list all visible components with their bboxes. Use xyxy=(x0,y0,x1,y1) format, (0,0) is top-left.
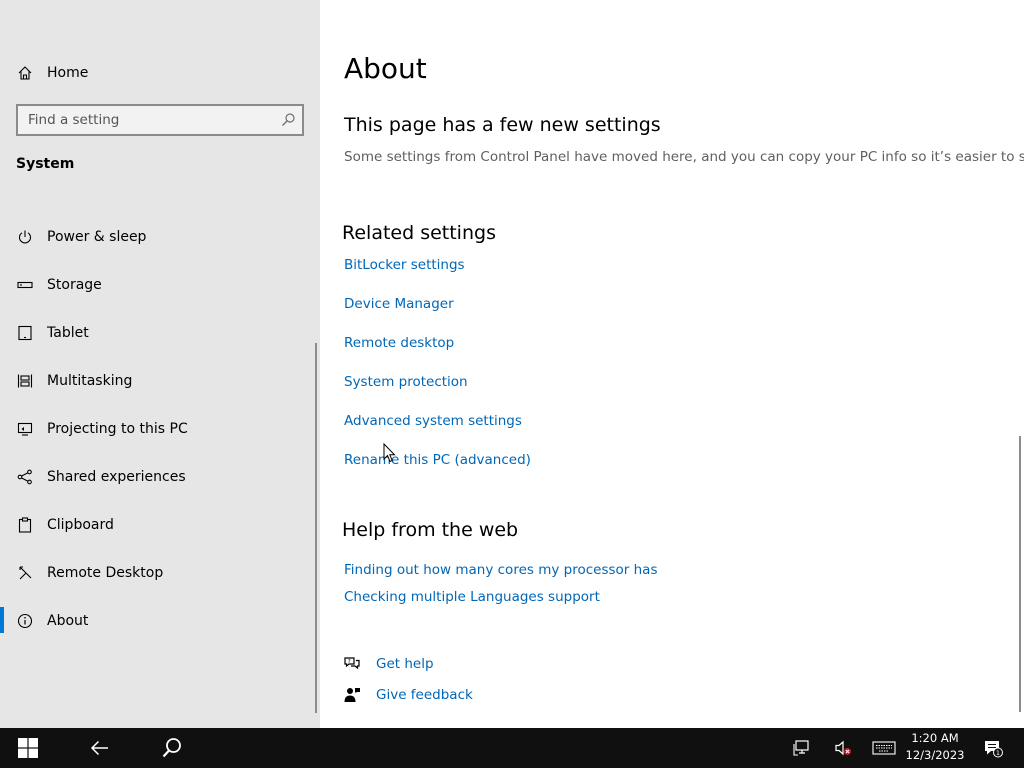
processor-cores-help-link[interactable]: Finding out how many cores my processor … xyxy=(344,562,657,578)
clock-time: 1:20 AM xyxy=(911,731,959,745)
taskbar: 1:20 AM 12/3/2023 1 xyxy=(0,728,1024,768)
sidebar-item-clipboard[interactable]: Clipboard xyxy=(0,505,320,545)
sidebar-item-label: Power & sleep xyxy=(47,229,147,245)
sidebar-item-label: Multitasking xyxy=(47,373,133,389)
sidebar-item-label: Tablet xyxy=(47,325,89,341)
remote-desktop-link[interactable]: Remote desktop xyxy=(344,335,454,351)
sidebar-item-multitasking[interactable]: Multitasking xyxy=(0,361,320,401)
advanced-system-settings-link[interactable]: Advanced system settings xyxy=(344,413,522,429)
volume-muted-icon[interactable] xyxy=(832,737,854,759)
sidebar-item-projecting[interactable]: Projecting to this PC xyxy=(0,409,320,449)
sidebar-item-label: Remote Desktop xyxy=(47,565,164,581)
sidebar-scrollbar[interactable] xyxy=(315,343,317,713)
nav-home[interactable]: Home xyxy=(0,56,320,90)
taskbar-clock[interactable]: 1:20 AM 12/3/2023 xyxy=(902,730,968,766)
taskbar-search-button[interactable] xyxy=(148,728,196,768)
svg-text:?: ? xyxy=(348,659,351,665)
multitasking-icon xyxy=(16,372,34,390)
sidebar-item-remote-desktop[interactable]: Remote Desktop xyxy=(0,553,320,593)
bitlocker-settings-link[interactable]: BitLocker settings xyxy=(344,257,465,273)
main-content: About This page has a few new settings S… xyxy=(320,0,1024,728)
system-protection-link[interactable]: System protection xyxy=(344,374,468,390)
back-button[interactable] xyxy=(76,728,124,768)
notification-count-badge: 1 xyxy=(996,749,1000,757)
new-settings-description: Some settings from Control Panel have mo… xyxy=(344,149,1024,165)
rename-pc-link[interactable]: Rename this PC (advanced) xyxy=(344,452,531,468)
clock-date: 12/3/2023 xyxy=(905,748,965,762)
give-feedback-label: Give feedback xyxy=(376,687,473,703)
main-scrollbar[interactable] xyxy=(1019,436,1021,712)
power-icon xyxy=(16,228,34,246)
sidebar-item-tablet[interactable]: Tablet xyxy=(0,313,320,353)
tablet-icon xyxy=(16,324,34,342)
sidebar-item-label: Projecting to this PC xyxy=(47,421,188,437)
feedback-icon xyxy=(342,685,362,705)
info-icon xyxy=(16,612,34,630)
sidebar-item-label: Shared experiences xyxy=(47,469,186,485)
sidebar-item-shared-experiences[interactable]: Shared experiences xyxy=(0,457,320,497)
page-title: About xyxy=(344,52,427,85)
start-button[interactable] xyxy=(4,728,52,768)
search-box xyxy=(16,104,304,136)
windows-logo-icon xyxy=(18,738,38,758)
nav-home-label: Home xyxy=(47,65,89,81)
shared-experiences-icon xyxy=(16,468,34,486)
get-help-label: Get help xyxy=(376,656,434,672)
back-arrow-icon xyxy=(90,740,108,756)
touch-keyboard-icon[interactable] xyxy=(871,737,897,759)
languages-support-help-link[interactable]: Checking multiple Languages support xyxy=(344,589,600,605)
search-icon[interactable] xyxy=(280,112,296,128)
sidebar-section-title: System xyxy=(16,156,75,172)
network-icon[interactable] xyxy=(792,737,814,759)
sidebar-item-label: Clipboard xyxy=(47,517,114,533)
new-settings-heading: This page has a few new settings xyxy=(344,114,661,136)
clipboard-icon xyxy=(16,516,34,534)
sidebar-item-label: Storage xyxy=(47,277,102,293)
mouse-cursor-icon xyxy=(383,443,396,463)
related-settings-heading: Related settings xyxy=(342,222,496,244)
sidebar-item-storage[interactable]: Storage xyxy=(0,265,320,305)
give-feedback-link[interactable]: Give feedback xyxy=(342,684,473,706)
sidebar-item-about[interactable]: About xyxy=(0,601,320,641)
device-manager-link[interactable]: Device Manager xyxy=(344,296,454,312)
sidebar-item-power-sleep[interactable]: Power & sleep xyxy=(0,217,320,257)
storage-icon xyxy=(16,276,34,294)
get-help-link[interactable]: ? Get help xyxy=(342,653,434,675)
search-input[interactable] xyxy=(18,106,268,134)
projecting-icon xyxy=(16,420,34,438)
help-from-web-heading: Help from the web xyxy=(342,519,519,541)
notifications-icon[interactable]: 1 xyxy=(982,737,1004,759)
get-help-icon: ? xyxy=(342,654,362,674)
home-icon xyxy=(16,64,34,82)
sidebar: Home System Power & sleep Storage Tablet… xyxy=(0,0,320,728)
sidebar-item-label: About xyxy=(47,613,89,629)
remote-desktop-icon xyxy=(16,564,34,582)
search-icon xyxy=(162,738,181,758)
